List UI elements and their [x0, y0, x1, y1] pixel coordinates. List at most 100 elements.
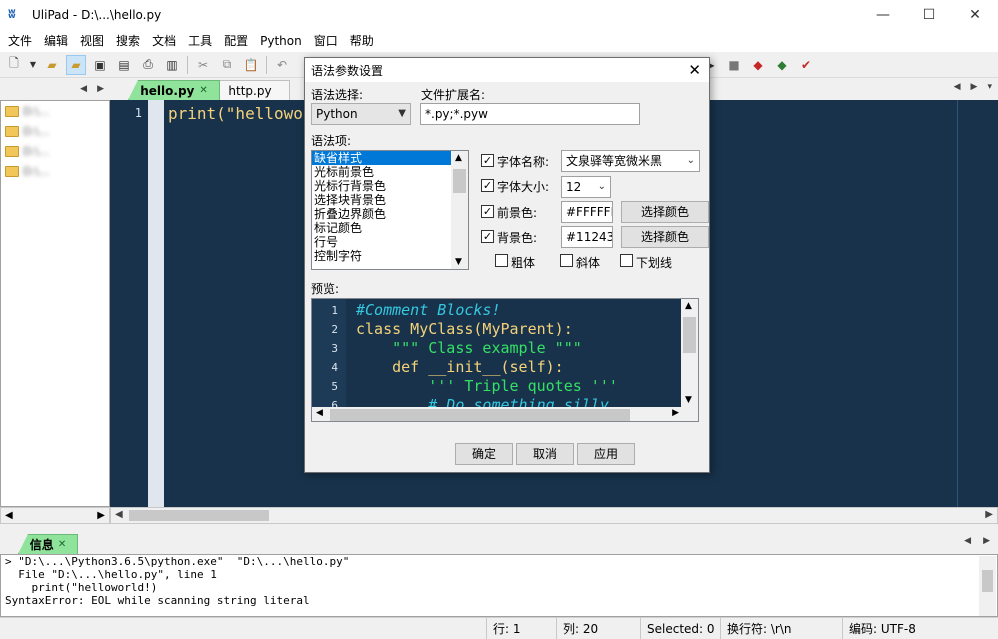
list-item[interactable]: 标记颜色	[312, 221, 452, 235]
scroll-down-icon[interactable]: ▼	[685, 395, 692, 405]
underline-checkbox[interactable]	[620, 254, 633, 267]
tree-item[interactable]: D:\...	[1, 101, 109, 121]
scroll-thumb[interactable]	[453, 169, 466, 193]
list-item[interactable]: 选择块背景色	[312, 193, 452, 207]
menu-search[interactable]: 搜索	[110, 30, 146, 52]
tab-close-icon[interactable]: ✕	[58, 539, 66, 550]
scroll-thumb[interactable]	[330, 409, 630, 421]
tab-list-icon[interactable]: ▾	[987, 82, 992, 92]
scroll-right-icon[interactable]: ▶	[97, 510, 105, 521]
italic-checkbox[interactable]	[560, 254, 573, 267]
close-button[interactable]: ✕	[952, 0, 998, 30]
tab-close-icon[interactable]: ✕	[199, 85, 207, 96]
cancel-button[interactable]: 取消	[516, 443, 574, 465]
dialog-title: 语法参数设置	[311, 63, 384, 78]
minimize-button[interactable]: —	[860, 0, 906, 30]
preview-vertical-scrollbar[interactable]: ▲ ▼	[681, 299, 698, 407]
tab-info[interactable]: 信息 ✕	[18, 534, 78, 554]
copy-icon[interactable]: ⧉	[217, 55, 237, 75]
menu-document[interactable]: 文档	[146, 30, 182, 52]
tree-item[interactable]: D:\...	[1, 161, 109, 181]
scroll-down-icon[interactable]: ▼	[455, 257, 462, 267]
scroll-left-icon[interactable]: ◀	[316, 408, 323, 418]
menu-edit[interactable]: 编辑	[38, 30, 74, 52]
tree-item[interactable]: D:\...	[1, 121, 109, 141]
output-vertical-scrollbar[interactable]	[979, 556, 996, 616]
menu-python[interactable]: Python	[254, 30, 308, 52]
tab-prev-icon[interactable]: ◀	[964, 536, 971, 546]
font-name-checkbox[interactable]: ✓	[481, 154, 494, 167]
toolbar-right: ▶ ■ ◆ ◆ ✔	[698, 52, 818, 78]
dialog-close-button[interactable]: ✕	[688, 61, 701, 79]
font-size-select[interactable]: 12 ⌄	[561, 176, 611, 198]
dropdown-arrow-icon[interactable]: ▼	[28, 55, 38, 75]
menu-file[interactable]: 文件	[2, 30, 38, 52]
list-item[interactable]: 行号	[312, 235, 452, 249]
tab-next-icon[interactable]: ▶	[971, 82, 978, 92]
undo-icon[interactable]: ↶	[272, 55, 292, 75]
output-console[interactable]: > "D:\...\Python3.6.5\python.exe" "D:\..…	[0, 554, 998, 617]
language-select[interactable]: Python ▼	[311, 103, 411, 125]
ruby-icon[interactable]: ◆	[748, 55, 768, 75]
fold-margin[interactable]	[148, 100, 164, 507]
debug-icon[interactable]: ◆	[772, 55, 792, 75]
list-vertical-scrollbar[interactable]: ▲ ▼	[451, 151, 468, 269]
font-size-checkbox[interactable]: ✓	[481, 179, 494, 192]
preview-code-line: def __init__(self):	[356, 358, 564, 376]
scroll-left-icon[interactable]: ◀	[115, 509, 123, 520]
open-folder-icon[interactable]: ▰	[42, 55, 62, 75]
print-preview-icon[interactable]: ▥	[162, 55, 182, 75]
background-pick-color-button[interactable]: 选择颜色	[621, 226, 709, 248]
ok-button[interactable]: 确定	[455, 443, 513, 465]
new-file-icon[interactable]: 🗋	[4, 55, 24, 75]
scroll-thumb[interactable]	[982, 570, 993, 592]
check-icon[interactable]: ✔	[796, 55, 816, 75]
background-checkbox[interactable]: ✓	[481, 230, 494, 243]
preview-horizontal-scrollbar[interactable]: ◀ ▶	[312, 407, 683, 421]
background-input[interactable]: #11243	[561, 226, 613, 248]
maximize-button[interactable]: ☐	[906, 0, 952, 30]
list-item[interactable]: 折叠边界颜色	[312, 207, 452, 221]
tab-next-icon[interactable]: ▶	[983, 536, 990, 546]
open-project-icon[interactable]: ▰	[66, 54, 86, 75]
scroll-thumb[interactable]	[129, 510, 269, 521]
list-item[interactable]: 光标前景色	[312, 165, 452, 179]
list-item[interactable]: 光标行背景色	[312, 179, 452, 193]
foreground-checkbox[interactable]: ✓	[481, 205, 494, 218]
menu-view[interactable]: 视图	[74, 30, 110, 52]
scroll-thumb[interactable]	[683, 317, 696, 353]
menu-config[interactable]: 配置	[218, 30, 254, 52]
font-name-select[interactable]: 文泉驿等宽微米黑 ⌄	[561, 150, 700, 172]
list-item[interactable]: 控制字符	[312, 249, 452, 263]
tab-prev-icon[interactable]: ◀	[954, 82, 961, 92]
extension-input[interactable]: *.py;*.pyw	[420, 103, 640, 125]
syntax-items-list[interactable]: 缺省样式 光标前景色 光标行背景色 选择块背景色 折叠边界颜色 标记颜色 行号 …	[311, 150, 469, 270]
scroll-up-icon[interactable]: ▲	[455, 153, 462, 163]
list-item[interactable]: 缺省样式	[312, 151, 452, 165]
editor-horizontal-scrollbar[interactable]: ◀ ▶	[110, 507, 998, 524]
save-icon[interactable]: ▣	[90, 55, 110, 75]
scroll-right-icon[interactable]: ▶	[672, 408, 679, 418]
tree-item[interactable]: D:\...	[1, 141, 109, 161]
menu-tools[interactable]: 工具	[182, 30, 218, 52]
paste-icon[interactable]: 📋	[241, 55, 261, 75]
tree-horizontal-scrollbar[interactable]: ◀ ▶	[0, 507, 110, 524]
foreground-input[interactable]: #FFFFFF	[561, 201, 613, 223]
tree-next-icon[interactable]: ▶	[97, 84, 104, 94]
apply-button[interactable]: 应用	[577, 443, 635, 465]
scroll-left-icon[interactable]: ◀	[5, 510, 13, 521]
foreground-pick-color-button[interactable]: 选择颜色	[621, 201, 709, 223]
scroll-up-icon[interactable]: ▲	[685, 301, 692, 311]
menu-window[interactable]: 窗口	[308, 30, 344, 52]
save-all-icon[interactable]: ▤	[114, 55, 134, 75]
dialog-title-bar: 语法参数设置 ✕	[305, 58, 709, 82]
tree-prev-icon[interactable]: ◀	[80, 84, 87, 94]
menu-help[interactable]: 帮助	[344, 30, 380, 52]
cut-icon[interactable]: ✂	[193, 55, 213, 75]
scroll-right-icon[interactable]: ▶	[985, 509, 993, 520]
print-icon[interactable]: ⎙	[138, 55, 158, 75]
tab-http-py[interactable]: http.py	[210, 80, 290, 100]
bold-checkbox[interactable]	[495, 254, 508, 267]
tab-hello-py[interactable]: hello.py ✕	[128, 80, 220, 100]
stop-icon[interactable]: ■	[724, 55, 744, 75]
